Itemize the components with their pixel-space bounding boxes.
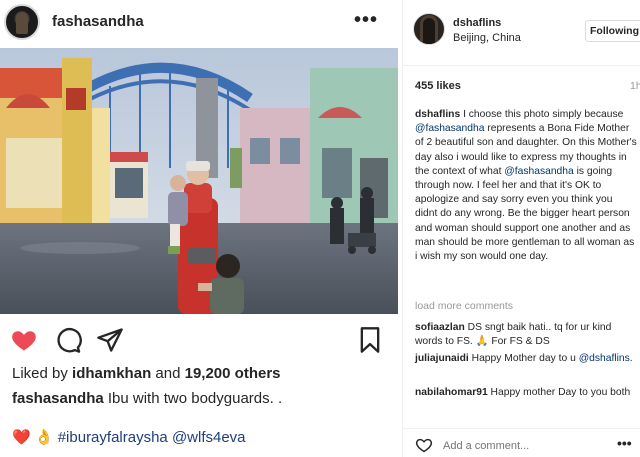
heart-filled-icon[interactable] <box>10 326 38 354</box>
post-username[interactable]: dshaflins <box>453 17 501 29</box>
heart-outline-icon[interactable] <box>415 437 433 453</box>
comment-username[interactable]: juliajunaidi <box>415 353 469 364</box>
post-header: dshaflins Beijing, China Following <box>403 0 640 66</box>
tags-line: ❤️ 👌 #iburayfalraysha @wlfs4eva <box>12 428 246 446</box>
liked-by-user[interactable]: idhamkhan <box>72 365 151 382</box>
instagram-post-mobile: fashasandha ••• Liked by idhamkhan and 1… <box>0 0 400 457</box>
comment-mention[interactable]: @dshaflins <box>579 353 630 364</box>
caption-mention[interactable]: @fashasandha <box>504 166 573 177</box>
action-bar <box>0 318 400 360</box>
add-comment-input[interactable] <box>443 440 563 452</box>
comment-username[interactable]: sofiaazlan <box>415 322 465 333</box>
caption-mention[interactable]: @fashasandha <box>415 123 484 134</box>
comment-text: Happy Mother day to u <box>468 353 579 364</box>
post-caption: dshaflins I choose this photo simply bec… <box>415 108 637 264</box>
amusement-park-photo <box>0 48 398 314</box>
more-options-icon[interactable]: ••• <box>617 435 632 451</box>
likes-summary: Liked by idhamkhan and 19,200 others <box>12 365 281 382</box>
following-button[interactable]: Following <box>585 20 640 42</box>
load-more-comments-link[interactable]: load more comments <box>415 300 513 312</box>
avatar[interactable] <box>4 4 40 40</box>
likes-count[interactable]: 455 likes <box>415 80 461 92</box>
caption-part: I choose this photo simply because <box>460 109 624 120</box>
caption-username[interactable]: dshaflins <box>415 109 460 120</box>
post-header: fashasandha ••• <box>0 0 400 46</box>
post-location[interactable]: Beijing, China <box>453 32 521 44</box>
comment-username[interactable]: nabilahomar91 <box>415 387 488 398</box>
add-comment-bar: ••• <box>403 428 640 457</box>
heart-ok-emoji-icon: ❤️ 👌 <box>12 429 54 446</box>
comment-trailing: . <box>629 353 633 364</box>
hashtag-link[interactable]: #iburayfalraysha <box>58 429 168 446</box>
share-icon[interactable] <box>96 326 124 354</box>
comment-icon[interactable] <box>54 326 82 354</box>
comment: sofiaazlan DS sngt baik hati.. tq for ur… <box>415 321 637 349</box>
avatar[interactable] <box>413 13 445 45</box>
post-photo[interactable] <box>0 48 398 314</box>
liked-by-prefix: Liked by <box>12 365 73 382</box>
liked-by-others[interactable]: 19,200 others <box>185 365 281 382</box>
bookmark-icon[interactable] <box>356 326 384 354</box>
caption-text: Ibu with two bodyguards. . <box>103 390 283 407</box>
post-username[interactable]: fashasandha <box>52 13 144 30</box>
mention-link[interactable]: @wlfs4eva <box>172 429 246 446</box>
caption-part: is going through now. I feel her and tha… <box>415 165 635 263</box>
liked-by-suffix: and <box>151 365 185 382</box>
comment-text: Happy mother Day to you both <box>487 387 631 398</box>
comment: nabilahomar91 Happy mother Day to you bo… <box>415 386 637 400</box>
more-options-icon[interactable]: ••• <box>354 9 378 32</box>
comment: juliajunaidi Happy Mother day to u @dsha… <box>415 352 637 366</box>
post-timestamp: 1h <box>630 80 640 92</box>
instagram-post-desktop: dshaflins Beijing, China Following 455 l… <box>402 0 640 457</box>
caption: fashasandha Ibu with two bodyguards. . <box>12 390 282 407</box>
caption-username[interactable]: fashasandha <box>12 390 104 407</box>
